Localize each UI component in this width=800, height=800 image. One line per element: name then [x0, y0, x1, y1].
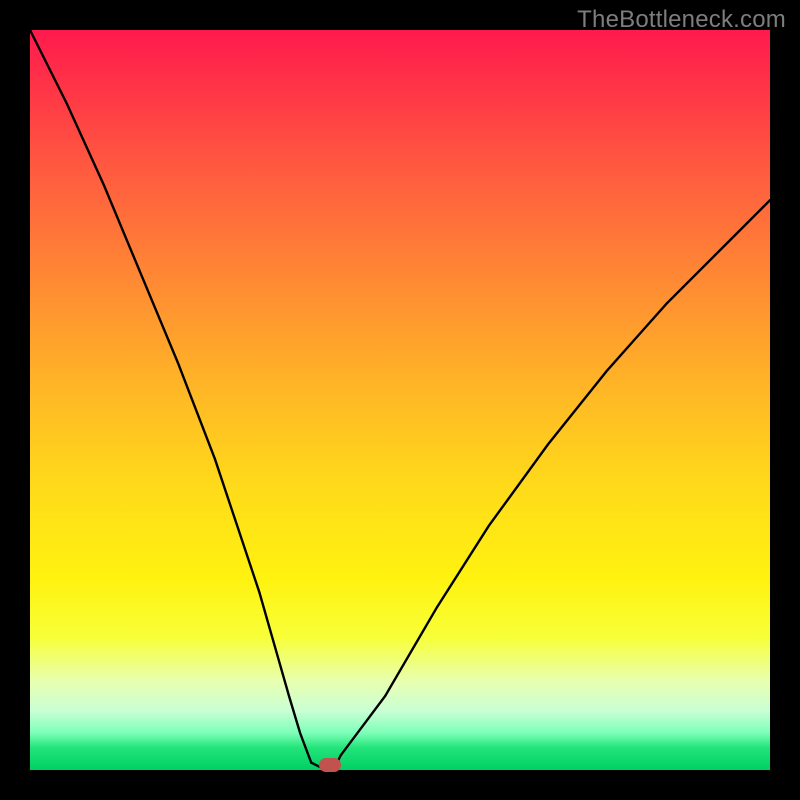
chart-frame: TheBottleneck.com: [0, 0, 800, 800]
bottleneck-curve: [30, 30, 770, 770]
plot-area: [30, 30, 770, 770]
curve-path: [30, 30, 770, 770]
watermark-text: TheBottleneck.com: [577, 6, 786, 34]
optimum-marker: [319, 758, 341, 772]
